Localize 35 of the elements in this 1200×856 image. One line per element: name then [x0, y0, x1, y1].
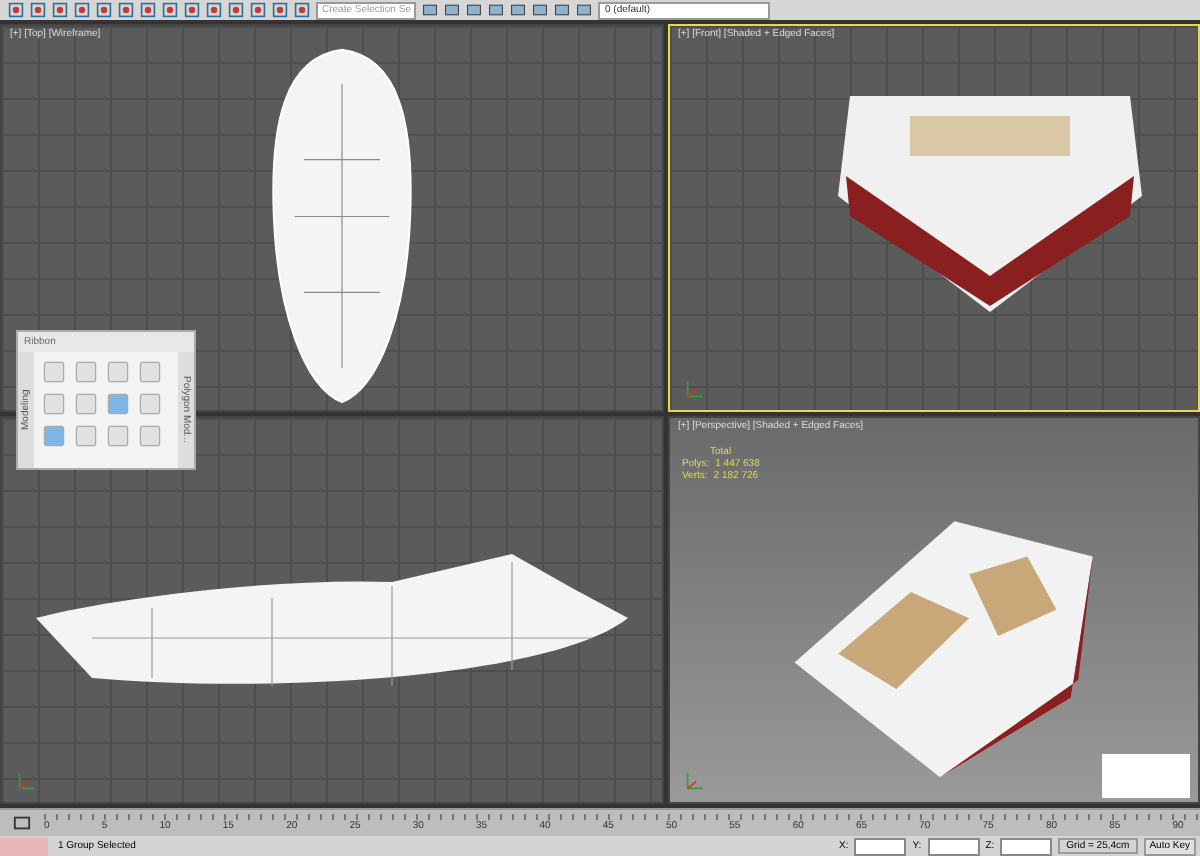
axis-tripod-icon	[686, 378, 706, 398]
logo-badge	[1102, 754, 1190, 798]
ribbon-tool-icon[interactable]	[74, 360, 98, 384]
axis-tripod-icon	[686, 770, 706, 790]
ribbon-tool-icon[interactable]	[42, 424, 66, 448]
coordinate-field[interactable]	[854, 837, 907, 855]
ribbon-tool-icon[interactable]	[106, 360, 130, 384]
toolbar-tool-icon[interactable]	[162, 2, 178, 18]
ribbon-tool-icon[interactable]	[106, 424, 130, 448]
toolbar-tool-icon[interactable]	[294, 2, 310, 18]
toolbar-tool-icon[interactable]	[8, 2, 24, 18]
ribbon-tool-icon[interactable]	[138, 360, 162, 384]
axis-tripod-icon	[18, 770, 38, 790]
toolbar-tool-icon[interactable]	[206, 2, 222, 18]
toolbar-tool-icon[interactable]	[228, 2, 244, 18]
coordinate-field[interactable]	[927, 837, 980, 855]
script-listener-field[interactable]	[0, 837, 48, 855]
timeline-icon[interactable]	[12, 814, 32, 832]
ribbon-tool-icon[interactable]	[138, 392, 162, 416]
ribbon-tool-icon[interactable]	[42, 392, 66, 416]
toolbar-tool-icon[interactable]	[250, 2, 266, 18]
toolbar-tool-icon[interactable]	[140, 2, 156, 18]
toolbar-tool-icon[interactable]	[272, 2, 288, 18]
toolbar-tool-icon[interactable]	[74, 2, 90, 18]
toolbar-tool-icon[interactable]	[184, 2, 200, 18]
toolbar-tool-icon[interactable]	[96, 2, 112, 18]
ribbon-tool-icon[interactable]	[138, 424, 162, 448]
coordinate-field[interactable]	[1000, 837, 1053, 855]
ribbon-tool-icon[interactable]	[74, 424, 98, 448]
toolbar-tool-icon[interactable]	[52, 2, 68, 18]
toolbar-tool-icon[interactable]	[118, 2, 134, 18]
ribbon-tool-icon[interactable]	[106, 392, 130, 416]
ribbon-tool-icon[interactable]	[74, 392, 98, 416]
toolbar-tool-icon[interactable]	[30, 2, 46, 18]
ribbon-tool-icon[interactable]	[42, 360, 66, 384]
